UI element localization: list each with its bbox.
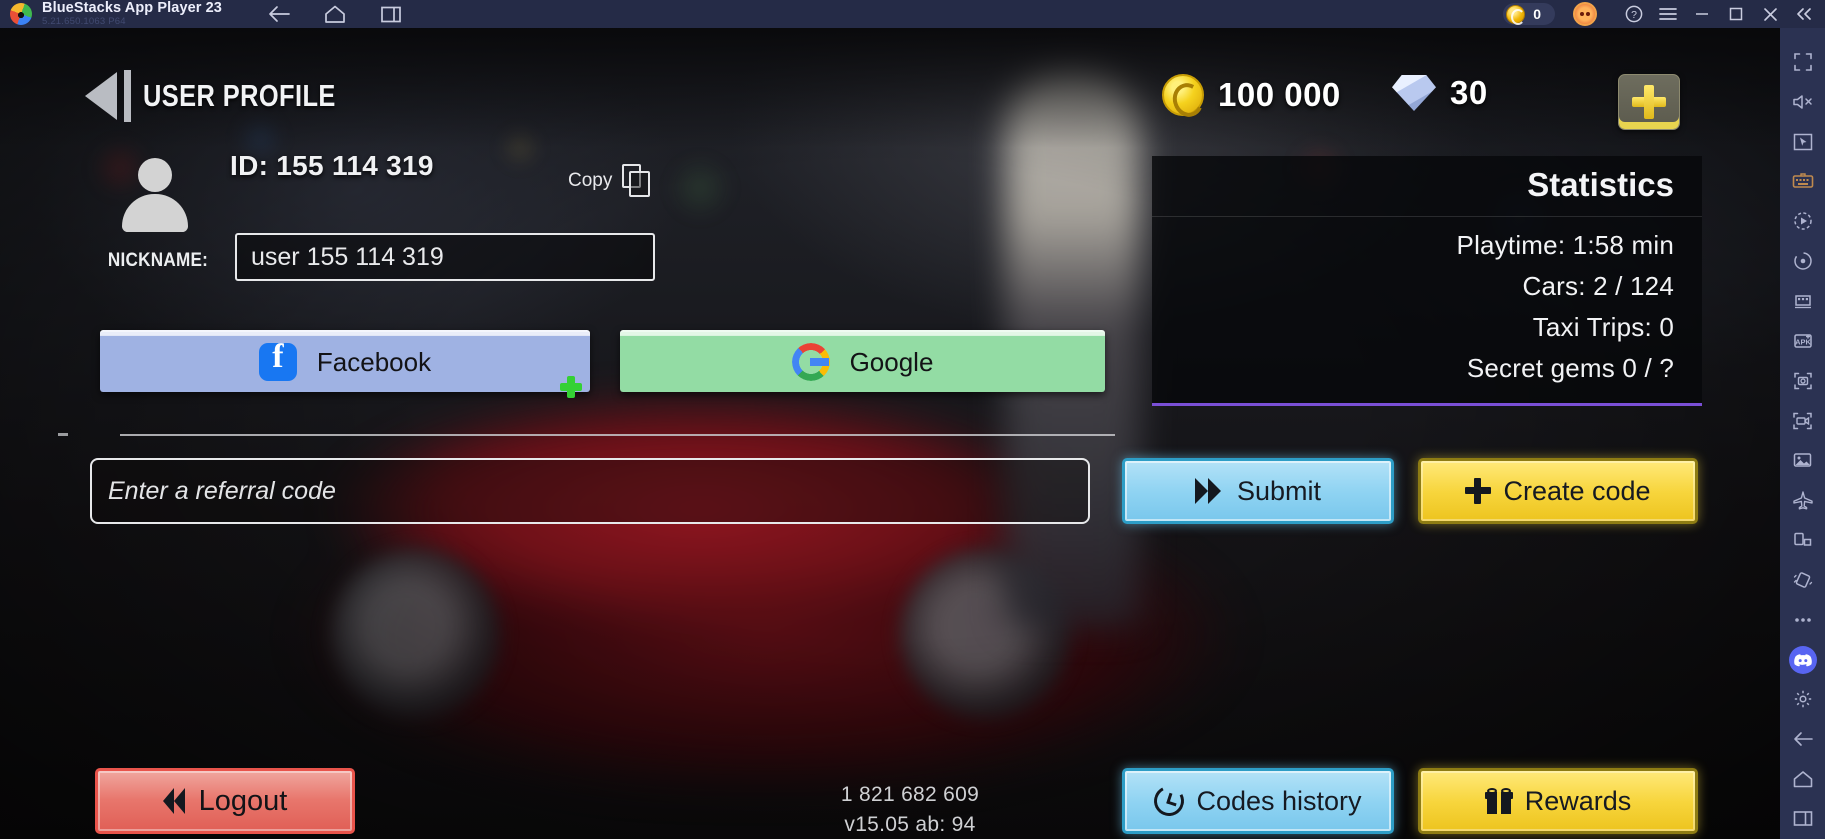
double-chevron-left-icon (162, 788, 189, 814)
stat-cars: Cars: 2 / 124 (1522, 271, 1674, 301)
back-button[interactable]: USER PROFILE (85, 70, 378, 122)
bluestacks-sidebar: APK (1780, 28, 1825, 839)
gift-icon (1484, 788, 1513, 814)
media-manager-icon[interactable] (1780, 440, 1825, 480)
user-id-label: ID: 155 114 319 (230, 150, 434, 181)
maximize-icon[interactable] (1719, 0, 1753, 28)
stat-taxi-trips: Taxi Trips: 0 (1532, 312, 1674, 342)
app-version: 5.21.650.1063 P64 (42, 15, 126, 27)
account-avatar[interactable] (1573, 2, 1597, 26)
google-label: Google (849, 346, 934, 377)
titlebar-text-block: BlueStacks App Player 23 5.21.650.1063 P… (42, 1, 222, 26)
keyboard-controls-icon[interactable] (1780, 162, 1825, 202)
titlebar-right-group: 0 ? (1503, 0, 1825, 28)
mute-icon[interactable] (1780, 82, 1825, 122)
create-code-button[interactable]: Create code (1418, 458, 1698, 524)
nickname-label: NICKNAME: (107, 250, 209, 271)
copy-label: Copy (568, 170, 613, 191)
google-login-button[interactable]: Google (620, 330, 1105, 392)
codes-history-button[interactable]: Codes history (1122, 768, 1394, 834)
multi-instance-manager-icon[interactable] (1780, 281, 1825, 321)
help-icon[interactable]: ? (1617, 0, 1651, 28)
logout-label: Logout (198, 784, 288, 817)
section-divider (120, 434, 1115, 436)
coin-balance: 100 000 (1162, 74, 1341, 116)
home-icon[interactable] (1780, 759, 1825, 799)
create-code-label: Create code (1503, 475, 1651, 506)
gem-amount: 30 (1450, 74, 1488, 111)
multi-instance-icon[interactable] (374, 0, 408, 28)
gem-icon (1392, 75, 1436, 111)
page-title: USER PROFILE (143, 78, 336, 113)
rotate-icon[interactable] (1780, 241, 1825, 281)
double-chevron-right-icon (1194, 478, 1225, 504)
svg-text:APK: APK (1795, 337, 1811, 346)
statistics-title: Statistics (1152, 156, 1702, 217)
build-info: 1 821 682 609 v15.05 ab: 94 (700, 780, 1120, 839)
statistics-rows: Playtime: 1:58 min Cars: 2 / 124 Taxi Tr… (1152, 217, 1702, 403)
screen-record-icon[interactable] (1780, 401, 1825, 441)
close-icon[interactable] (1753, 0, 1787, 28)
submit-button[interactable]: Submit (1122, 458, 1394, 524)
svg-text:?: ? (1631, 9, 1637, 21)
facebook-login-button[interactable]: Facebook (100, 330, 590, 392)
shake-icon[interactable] (1780, 560, 1825, 600)
statistics-panel: Statistics Playtime: 1:58 min Cars: 2 / … (1152, 156, 1702, 406)
screenshot-icon[interactable] (1780, 361, 1825, 401)
airplane-mode-icon[interactable] (1780, 480, 1825, 520)
home-icon[interactable] (318, 0, 352, 28)
points-count: 0 (1533, 6, 1541, 22)
history-clock-icon (1150, 782, 1189, 820)
stat-playtime: Playtime: 1:58 min (1456, 230, 1674, 260)
copy-icon (622, 164, 652, 198)
install-apk-icon[interactable]: APK (1780, 321, 1825, 361)
build-number: 1 821 682 609 (840, 783, 980, 806)
stat-secret-gems: Secret gems 0 / ? (1466, 353, 1674, 383)
submit-label: Submit (1236, 475, 1322, 506)
macro-record-icon[interactable] (1780, 201, 1825, 241)
game-viewport: USER PROFILE 100 000 30 NICKNAME: ID: 15… (0, 28, 1780, 839)
rotate-screen-icon[interactable] (1780, 520, 1825, 560)
fullscreen-icon[interactable] (1780, 42, 1825, 82)
user-avatar-icon (120, 158, 190, 234)
back-arrow-icon (85, 70, 131, 122)
facebook-icon (258, 338, 297, 381)
discord-icon[interactable] (1780, 640, 1825, 680)
bluestacks-titlebar: BlueStacks App Player 23 5.21.650.1063 P… (0, 0, 1825, 28)
settings-icon[interactable] (1780, 680, 1825, 720)
logout-button[interactable]: Logout (95, 768, 355, 834)
rewards-button[interactable]: Rewards (1418, 768, 1698, 834)
codes-history-label: Codes history (1196, 785, 1362, 816)
build-version: v15.05 ab: 94 (844, 813, 976, 837)
collapse-icon[interactable] (1787, 0, 1821, 28)
titlebar-nav-group (262, 0, 408, 28)
facebook-label: Facebook (316, 346, 432, 377)
coin-icon (1162, 74, 1204, 116)
game-header: USER PROFILE 100 000 30 (0, 28, 1780, 140)
back-icon[interactable] (1780, 719, 1825, 759)
referral-code-input[interactable] (90, 458, 1090, 524)
more-options-icon[interactable] (1780, 600, 1825, 640)
coin-amount: 100 000 (1218, 76, 1341, 113)
mouse-cursor-indicator (560, 376, 582, 398)
google-icon (791, 343, 830, 381)
minimize-icon[interactable] (1685, 0, 1719, 28)
plus-icon (1465, 478, 1492, 504)
add-currency-button[interactable] (1618, 74, 1680, 130)
menu-icon[interactable] (1651, 0, 1685, 28)
points-coin-icon (1506, 4, 1526, 25)
back-icon[interactable] (262, 0, 296, 28)
app-title: BlueStacks App Player 23 (42, 0, 222, 17)
nickname-input[interactable] (235, 233, 655, 281)
bluestacks-points-pill[interactable]: 0 (1503, 3, 1555, 25)
divider-dot (58, 433, 68, 436)
recents-icon[interactable] (1780, 799, 1825, 839)
cursor-pointer-icon[interactable] (1780, 122, 1825, 162)
gem-balance: 30 (1392, 74, 1488, 112)
bluestacks-logo-icon (10, 3, 32, 25)
rewards-label: Rewards (1524, 785, 1632, 816)
copy-id-button[interactable]: Copy (568, 164, 652, 198)
